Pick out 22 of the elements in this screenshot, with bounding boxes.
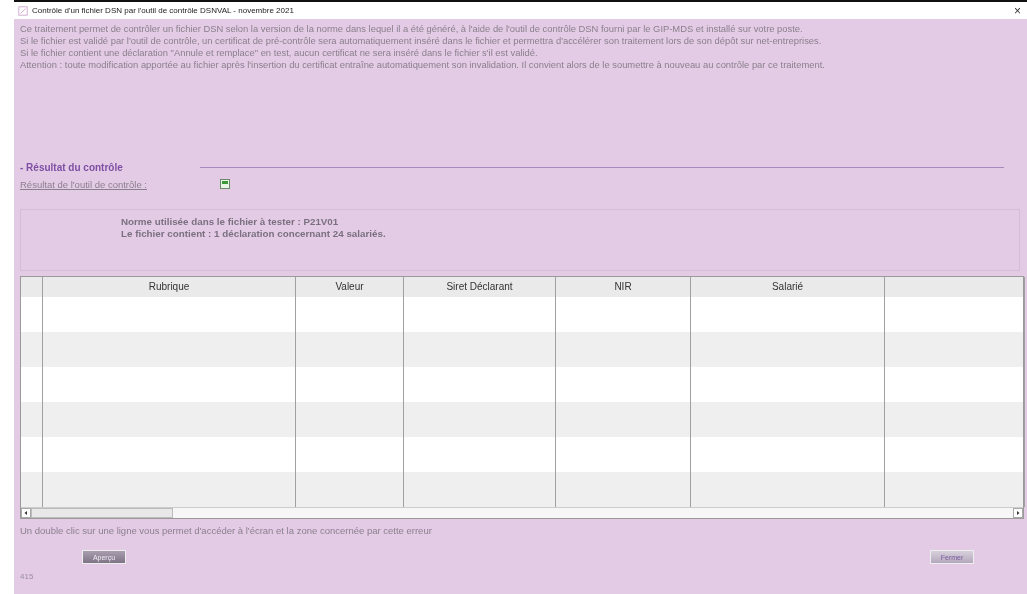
status-code: 415	[20, 572, 35, 581]
intro-text: Attention : toute modification apportée au fichier après l'insertion du certificat entraîne automatiquement son invalidation. Il convient alors de le soumettre à nouveau au contrôle par ce traitement.	[20, 59, 826, 71]
intro-text: Si le fichier contient une déclaration "Annule et remplace" en test, aucun certificat ne sera inséré dans le fichier s'il est validé.	[20, 47, 539, 59]
column-header: Siret Déclarant	[404, 277, 556, 297]
result-label: Résultat de l'outil de contrôle :	[20, 178, 148, 190]
section-title: - Résultat du contrôle	[20, 161, 124, 173]
scroll-right-icon[interactable]	[1013, 508, 1023, 518]
scroll-left-icon[interactable]	[21, 508, 31, 518]
column-header: Valeur	[296, 277, 404, 297]
column-header: NIR	[556, 277, 691, 297]
column-header: Rubrique	[43, 277, 296, 297]
horizontal-scrollbar[interactable]	[21, 507, 1023, 518]
intro-text: Ce traitement permet de contrôler un fichier DSN selon la version de la norme dans lequel il a été généré, à l'aide de l'outil de contrôle DSN fourni par le GIP-MDS et installé sur votre poste.	[20, 23, 804, 35]
app-icon	[18, 5, 28, 16]
summary-text: Norme utilisée dans le fichier à tester : P21V01	[121, 216, 340, 228]
window-title: Contrôle d'un fichier DSN par l'outil de contrôle DSNVAL - novembre 2021	[32, 6, 295, 15]
close-button[interactable]: ×	[1012, 3, 1023, 18]
column-header: Salarié	[691, 277, 885, 297]
result-icon	[220, 179, 230, 189]
hint-text: Un double clic sur une ligne vous permet d'accéder à l'écran et la zone concernée par cette erreur	[20, 525, 433, 536]
intro-text: Si le fichier est validé par l'outil de contrôle, un certificat de pré-contrôle sera automatiquement inséré dans le fichier et permettra d'accélérer son traitement lors de son dépôt sur net-entreprises.	[20, 35, 823, 47]
summary-text: Le fichier contient : 1 déclaration concernant 24 salariés.	[121, 228, 387, 240]
